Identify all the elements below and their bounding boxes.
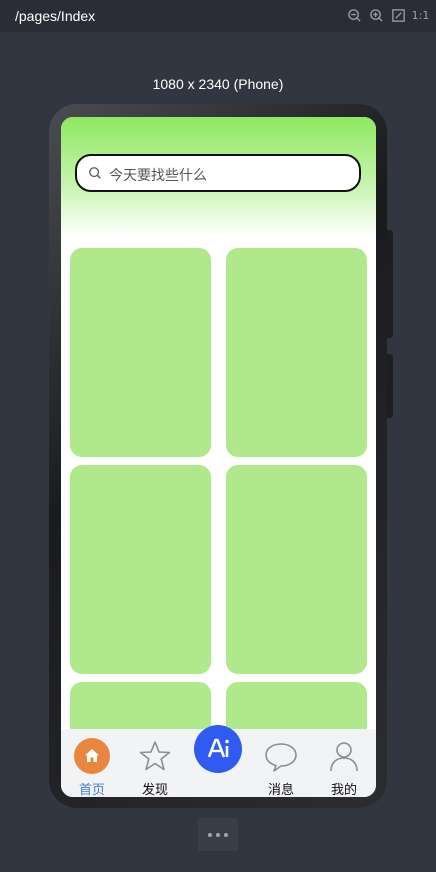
grid-card[interactable] xyxy=(226,248,367,457)
phone-power-button xyxy=(387,354,393,418)
ai-button[interactable] xyxy=(194,725,242,773)
previewer-toolbar: /pages/Index 1:1 xyxy=(0,0,436,32)
grid-card[interactable] xyxy=(70,248,211,457)
tab-messages-label: 消息 xyxy=(267,782,294,797)
dot xyxy=(208,832,212,837)
search-icon xyxy=(89,167,101,179)
user-icon xyxy=(326,738,362,774)
search-bar[interactable]: 今天要找些什么 xyxy=(75,154,361,192)
dot xyxy=(224,832,228,837)
tab-home[interactable]: 首页 xyxy=(61,729,121,797)
fit-screen-icon[interactable] xyxy=(391,8,406,23)
dot xyxy=(216,832,220,837)
grid-card[interactable] xyxy=(70,465,211,674)
actual-size-button[interactable]: 1:1 xyxy=(412,8,430,23)
bottom-tab-bar: 首页 发现 消息 我的 xyxy=(61,725,376,797)
grid-card[interactable] xyxy=(226,465,367,674)
zoom-out-icon[interactable] xyxy=(347,8,362,23)
toolbar-tools: 1:1 xyxy=(347,8,430,23)
gradient-header: 今天要找些什么 xyxy=(61,117,376,237)
tab-profile-label: 我的 xyxy=(330,782,357,797)
more-options-button[interactable] xyxy=(198,818,238,851)
tab-discover[interactable]: 发现 xyxy=(124,729,184,797)
zoom-in-icon[interactable] xyxy=(369,8,384,23)
phone-volume-button xyxy=(387,230,393,338)
device-resolution-label: 1080 x 2340 (Phone) xyxy=(152,76,284,92)
tab-messages[interactable]: 消息 xyxy=(250,729,310,797)
search-input[interactable]: 今天要找些什么 xyxy=(109,165,207,185)
phone-screen: 今天要找些什么 首页 发现 消息 我的 xyxy=(61,117,376,797)
tab-profile[interactable]: 我的 xyxy=(313,729,373,797)
page-path: /pages/Index xyxy=(15,8,96,24)
ai-icon xyxy=(207,738,229,758)
message-icon xyxy=(263,738,299,774)
home-icon xyxy=(74,738,110,774)
star-icon xyxy=(137,738,173,774)
tab-discover-label: 发现 xyxy=(141,782,168,797)
tab-home-label: 首页 xyxy=(78,782,105,797)
